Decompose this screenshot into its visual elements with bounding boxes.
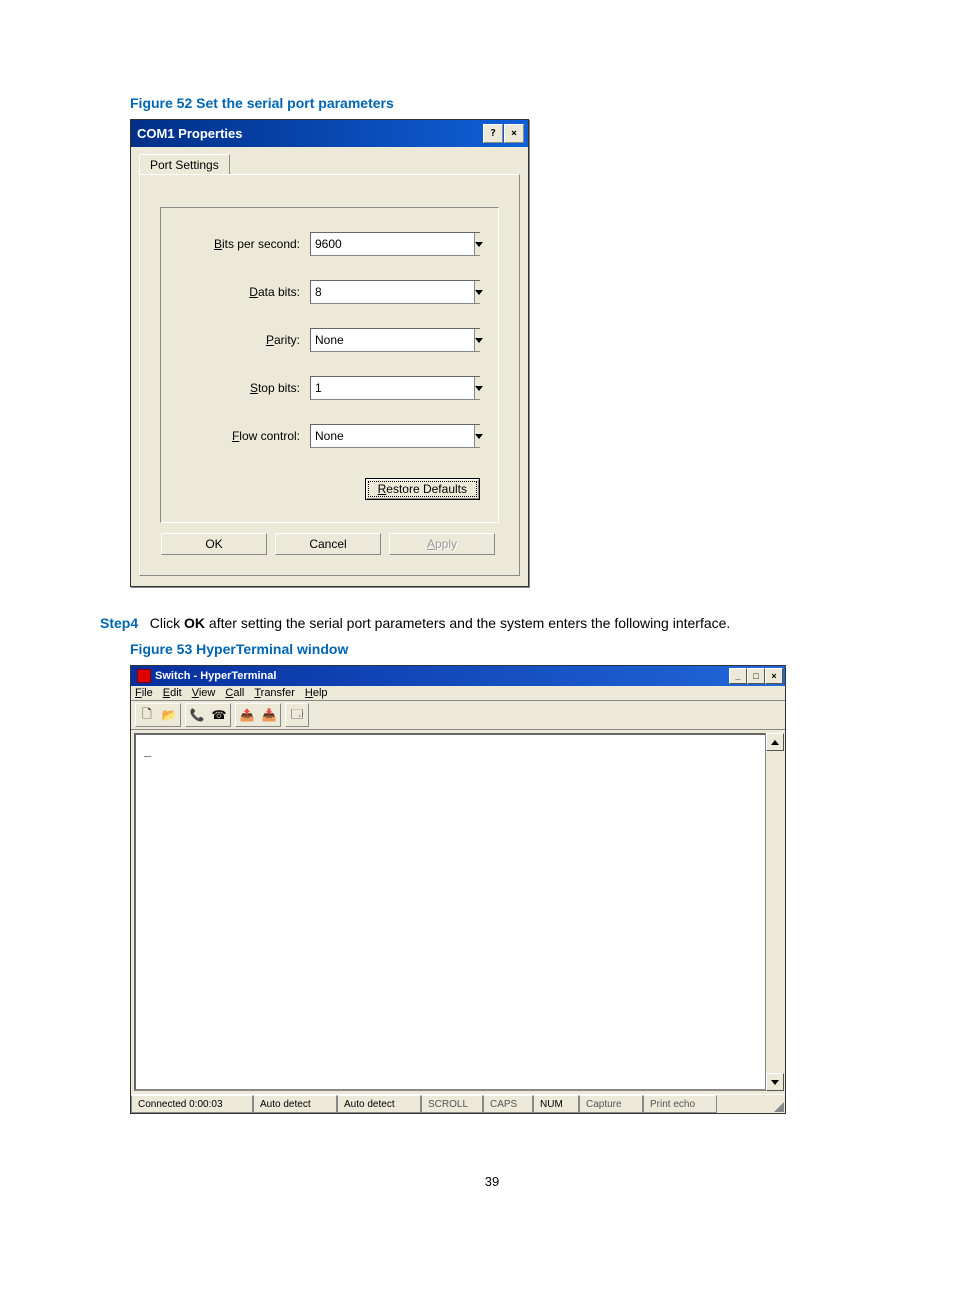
dropdown-icon[interactable]: [474, 233, 483, 255]
scroll-up-icon[interactable]: [766, 733, 784, 751]
com1-properties-dialog: COM1 Properties ? × Port Settings Bits p…: [130, 119, 529, 587]
data-bits-label: Data bits:: [249, 285, 300, 299]
ht-title: Switch - HyperTerminal: [155, 670, 276, 682]
bits-per-second-input[interactable]: [311, 233, 474, 255]
dropdown-icon[interactable]: [474, 377, 483, 399]
status-autodetect-2: Auto detect: [337, 1095, 421, 1113]
menu-help[interactable]: Help: [305, 687, 328, 699]
resize-grip-icon[interactable]: [769, 1095, 785, 1113]
ht-toolbar: 🗋 📂 📞 ☎ 📤 📥 🗔: [131, 701, 785, 730]
status-printecho: Print echo: [643, 1095, 717, 1113]
new-icon[interactable]: 🗋: [136, 704, 158, 726]
port-settings-panel: Bits per second: Data bits:: [139, 174, 520, 576]
figure-52-caption: Figure 52 Set the serial port parameters: [130, 95, 854, 111]
apply-button: Apply: [389, 533, 495, 555]
step4-ok-bold: OK: [184, 615, 205, 631]
terminal-output[interactable]: _: [134, 733, 782, 1091]
dropdown-icon[interactable]: [474, 329, 483, 351]
bits-per-second-label: Bits per second:: [214, 237, 300, 251]
ok-button[interactable]: OK: [161, 533, 267, 555]
step4-paragraph: Step4 Click OK after setting the serial …: [100, 615, 854, 631]
receive-icon[interactable]: 📥: [258, 704, 280, 726]
step4-text-before: Click: [150, 615, 184, 631]
flow-control-label: Flow control:: [232, 429, 300, 443]
parity-label: Parity:: [266, 333, 300, 347]
data-bits-combo[interactable]: [310, 280, 480, 304]
dropdown-icon[interactable]: [474, 425, 483, 447]
send-icon[interactable]: 📤: [236, 704, 258, 726]
flow-control-input[interactable]: [311, 425, 474, 447]
hyperterminal-window: Switch - HyperTerminal _ □ × File Edit V…: [130, 665, 786, 1114]
dialog-titlebar: COM1 Properties ? ×: [131, 120, 528, 147]
maximize-button[interactable]: □: [747, 668, 765, 684]
stop-bits-combo[interactable]: [310, 376, 480, 400]
status-caps: CAPS: [483, 1095, 533, 1113]
properties-icon[interactable]: 🗔: [286, 704, 308, 726]
menu-transfer[interactable]: Transfer: [254, 687, 295, 699]
scroll-down-icon[interactable]: [766, 1073, 784, 1091]
settings-group: Bits per second: Data bits:: [160, 207, 499, 523]
parity-combo[interactable]: [310, 328, 480, 352]
app-icon: [137, 669, 151, 683]
ht-titlebar: Switch - HyperTerminal _ □ ×: [131, 666, 785, 686]
ht-client-area: _: [131, 730, 785, 1094]
flow-control-combo[interactable]: [310, 424, 480, 448]
status-scroll: SCROLL: [421, 1095, 483, 1113]
minimize-button[interactable]: _: [729, 668, 747, 684]
restore-defaults-button[interactable]: Restore Defaults: [365, 478, 480, 500]
ht-menubar: File Edit View Call Transfer Help: [131, 686, 785, 701]
ht-close-button[interactable]: ×: [765, 668, 783, 684]
menu-view[interactable]: View: [192, 687, 216, 699]
tab-port-settings[interactable]: Port Settings: [139, 154, 230, 175]
figure-53-caption: Figure 53 HyperTerminal window: [130, 641, 854, 657]
menu-call[interactable]: Call: [225, 687, 244, 699]
hangup-icon[interactable]: ☎: [208, 704, 230, 726]
menu-edit[interactable]: Edit: [163, 687, 182, 699]
terminal-cursor: _: [144, 743, 151, 757]
data-bits-input[interactable]: [311, 281, 474, 303]
stop-bits-label: Stop bits:: [250, 381, 300, 395]
step4-text-after: after setting the serial port parameters…: [205, 615, 730, 631]
page-number: 39: [130, 1174, 854, 1189]
help-button[interactable]: ?: [483, 124, 503, 143]
parity-input[interactable]: [311, 329, 474, 351]
cancel-button[interactable]: Cancel: [275, 533, 381, 555]
status-capture: Capture: [579, 1095, 643, 1113]
bits-per-second-combo[interactable]: [310, 232, 480, 256]
stop-bits-input[interactable]: [311, 377, 474, 399]
status-connected: Connected 0:00:03: [131, 1095, 253, 1113]
open-icon[interactable]: 📂: [158, 704, 180, 726]
dialog-title: COM1 Properties: [137, 126, 242, 141]
step4-label: Step4: [100, 615, 138, 631]
vertical-scrollbar[interactable]: [765, 733, 782, 1091]
call-icon[interactable]: 📞: [186, 704, 208, 726]
ht-statusbar: Connected 0:00:03 Auto detect Auto detec…: [131, 1094, 785, 1113]
close-button[interactable]: ×: [504, 124, 524, 143]
status-num: NUM: [533, 1095, 579, 1113]
status-autodetect-1: Auto detect: [253, 1095, 337, 1113]
dropdown-icon[interactable]: [474, 281, 483, 303]
menu-file[interactable]: File: [135, 687, 153, 699]
